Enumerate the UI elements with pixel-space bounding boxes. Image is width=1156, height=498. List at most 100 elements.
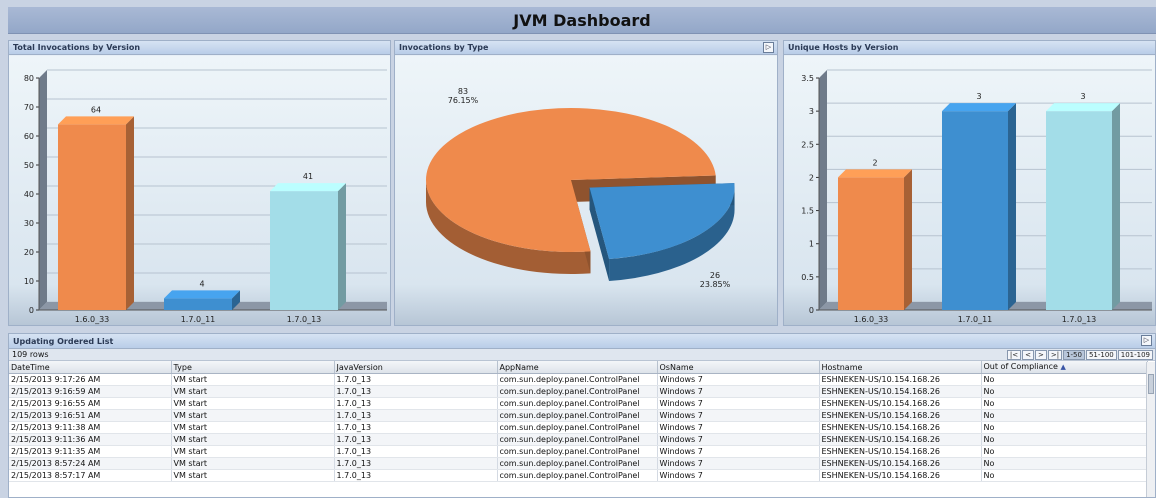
- y-tick-label: 40: [24, 190, 34, 199]
- last-page-button[interactable]: >|: [1047, 350, 1063, 360]
- table-cell: ESHNEKEN-US/10.154.168.26: [819, 397, 982, 410]
- x-tick-label: 1.7.0_11: [181, 315, 216, 324]
- chart-area: 0 10 20 30 40 50 60 70 80 64 1.6.0_33 4 1.7.0_11 41 1.…: [9, 56, 390, 325]
- table-cell: No: [981, 421, 1148, 434]
- chart-area: 83 76.15% 26 23.85%: [395, 56, 777, 325]
- table-row[interactable]: 2/15/2013 9:16:55 AM VM start 1.7.0_13 com.…: [9, 397, 1148, 410]
- x-tick-label: 1.7.0_11: [958, 315, 993, 324]
- table-cell: com.sun.deploy.panel.ControlPanel: [497, 457, 658, 470]
- page-51-100-button[interactable]: 51-100: [1085, 350, 1117, 360]
- table-cell: Windows 7: [657, 373, 820, 386]
- data-label: 64: [91, 105, 101, 114]
- table-cell: 2/15/2013 9:16:51 AM: [9, 409, 172, 422]
- y-tick-label: 0.5: [801, 273, 814, 282]
- table-cell: com.sun.deploy.panel.ControlPanel: [497, 469, 658, 482]
- table-cell: 2/15/2013 9:11:35 AM: [9, 445, 172, 458]
- table-cell: VM start: [171, 433, 335, 446]
- scrollbar-thumb[interactable]: [1148, 374, 1154, 394]
- col-osname[interactable]: OsName: [657, 361, 820, 374]
- panel-title: Unique Hosts by Version: [784, 41, 1155, 55]
- y-tick-label: 80: [24, 74, 34, 83]
- pie-percent-label: 23.85%: [700, 280, 731, 289]
- table-cell: 1.7.0_13: [334, 433, 498, 446]
- bar-1.7.0_13: [270, 183, 346, 310]
- table-cell: VM start: [171, 457, 335, 470]
- table-cell: ESHNEKEN-US/10.154.168.26: [819, 373, 982, 386]
- pager: |< < > >| 1-50 51-100 101-109: [1006, 350, 1153, 360]
- first-page-button[interactable]: |<: [1006, 350, 1022, 360]
- table-row[interactable]: 2/15/2013 9:11:38 AM VM start 1.7.0_13 com.…: [9, 421, 1148, 434]
- table-cell: VM start: [171, 445, 335, 458]
- table-row[interactable]: 2/15/2013 9:17:26 AM VM start 1.7.0_13 com.…: [9, 373, 1148, 386]
- table-cell: 2/15/2013 8:57:17 AM: [9, 469, 172, 482]
- table-row[interactable]: 2/15/2013 9:11:35 AM VM start 1.7.0_13 com.…: [9, 445, 1148, 458]
- col-out-of-compliance-label: Out of Compliance: [983, 362, 1058, 371]
- table-cell: ESHNEKEN-US/10.154.168.26: [819, 421, 982, 434]
- table-cell: 1.7.0_13: [334, 469, 498, 482]
- table-row[interactable]: 2/15/2013 8:57:24 AM VM start 1.7.0_13 com.…: [9, 457, 1148, 470]
- hosts-bar-chart: 0 0.5 1 1.5 2 2.5 3 3.5 2 1.6.0_33 3 1.7.0_11 3 1.7.0…: [801, 69, 1152, 324]
- table-cell: No: [981, 373, 1148, 386]
- table-row[interactable]: 2/15/2013 9:16:51 AM VM start 1.7.0_13 com.…: [9, 409, 1148, 422]
- expand-icon[interactable]: ▷: [763, 42, 774, 53]
- table-cell: com.sun.deploy.panel.ControlPanel: [497, 409, 658, 422]
- next-page-button[interactable]: >: [1034, 350, 1047, 360]
- col-appname[interactable]: AppName: [497, 361, 658, 374]
- y-tick-label: 0: [29, 306, 34, 315]
- table-cell: 1.7.0_13: [334, 385, 498, 398]
- x-tick-label: 1.7.0_13: [1062, 315, 1097, 324]
- table-cell: ESHNEKEN-US/10.154.168.26: [819, 469, 982, 482]
- table-cell: Windows 7: [657, 421, 820, 434]
- panel-header: Updating Ordered List ▷: [9, 334, 1155, 349]
- col-out-of-compliance[interactable]: Out of Compliance ▲: [981, 361, 1148, 374]
- bar-top: [838, 169, 912, 178]
- bar-side: [126, 116, 134, 311]
- expand-icon[interactable]: ▷: [1141, 335, 1152, 346]
- table-cell: VM start: [171, 397, 335, 410]
- row-count: 109 rows: [12, 350, 49, 359]
- col-javaversion[interactable]: JavaVersion: [334, 361, 498, 374]
- table-cell: 2/15/2013 9:16:55 AM: [9, 397, 172, 410]
- table-cell: Windows 7: [657, 445, 820, 458]
- table-cell: Windows 7: [657, 433, 820, 446]
- table-row[interactable]: 2/15/2013 8:57:17 AM VM start 1.7.0_13 com.…: [9, 469, 1148, 482]
- bar-front: [58, 124, 126, 311]
- page-101-109-button[interactable]: 101-109: [1117, 350, 1153, 360]
- table-cell: VM start: [171, 373, 335, 386]
- col-datetime[interactable]: DateTime: [9, 361, 172, 374]
- pie-value-label: 26: [710, 271, 720, 280]
- bar-top: [164, 290, 240, 299]
- table-cell: 2/15/2013 8:57:24 AM: [9, 457, 172, 470]
- bar-front: [942, 111, 1008, 310]
- table-cell: No: [981, 445, 1148, 458]
- table-cell: 1.7.0_13: [334, 457, 498, 470]
- col-hostname[interactable]: Hostname: [819, 361, 982, 374]
- table-cell: No: [981, 385, 1148, 398]
- bar-1.6.0_33: [58, 116, 134, 311]
- x-tick-label: 1.7.0_13: [287, 315, 322, 324]
- y-axis-wall: [819, 70, 827, 310]
- table-cell: 1.7.0_13: [334, 373, 498, 386]
- y-tick-label: 1: [809, 240, 814, 249]
- list-title: Updating Ordered List: [13, 337, 114, 346]
- page-1-50-button[interactable]: 1-50: [1063, 350, 1085, 360]
- col-type[interactable]: Type: [171, 361, 335, 374]
- table-cell: Windows 7: [657, 469, 820, 482]
- y-tick-label: 3.5: [801, 74, 814, 83]
- y-tick-label: 0: [809, 306, 814, 315]
- table-cell: com.sun.deploy.panel.ControlPanel: [497, 397, 658, 410]
- vertical-scrollbar[interactable]: [1146, 362, 1155, 497]
- y-tick-label: 20: [24, 248, 34, 257]
- table-cell: com.sun.deploy.panel.ControlPanel: [497, 385, 658, 398]
- y-tick-label: 3: [809, 107, 814, 116]
- panel-title: Invocations by Type: [399, 43, 489, 52]
- table-row[interactable]: 2/15/2013 9:11:36 AM VM start 1.7.0_13 com.…: [9, 433, 1148, 446]
- chart-area: 0 0.5 1 1.5 2 2.5 3 3.5 2 1.6.0_33 3 1.7.0_11 3 1.7.0…: [784, 56, 1155, 325]
- table-cell: No: [981, 397, 1148, 410]
- table-cell: Windows 7: [657, 385, 820, 398]
- prev-page-button[interactable]: <: [1022, 350, 1034, 360]
- table-row[interactable]: 2/15/2013 9:16:59 AM VM start 1.7.0_13 com.…: [9, 385, 1148, 398]
- table-cell: VM start: [171, 469, 335, 482]
- hosts-by-version-panel: Unique Hosts by Version 0 0.5 1 1.5 2 2.5 3 3.5…: [783, 40, 1156, 326]
- table-cell: 1.7.0_13: [334, 445, 498, 458]
